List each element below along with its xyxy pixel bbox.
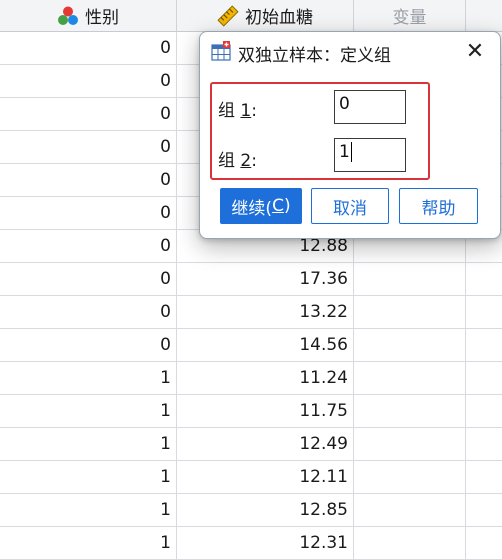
cell-gender[interactable]: 0 [0, 197, 177, 229]
column-header-glucose[interactable]: 初始血糖 [177, 0, 354, 32]
cell-variable[interactable] [354, 395, 466, 427]
cell-variable[interactable] [354, 527, 466, 559]
cell-variable[interactable] [354, 329, 466, 361]
cell-glucose[interactable]: 12.49 [177, 428, 354, 460]
cell-variable[interactable] [354, 494, 466, 526]
group1-label-prefix: 组 [218, 101, 241, 121]
define-groups-icon [210, 40, 232, 67]
cell-glucose[interactable]: 12.11 [177, 461, 354, 493]
group1-input[interactable]: 0 [334, 90, 406, 124]
cell-glucose[interactable]: 12.85 [177, 494, 354, 526]
cell-variable[interactable] [354, 461, 466, 493]
dialog-title-bar: 双独立样本：定义组 [210, 40, 391, 66]
continue-button[interactable]: 继续(C) [220, 188, 302, 224]
column-header-variable[interactable]: 变量 [354, 0, 466, 32]
dialog-title: 双独立样本：定义组 [238, 45, 391, 66]
column-header-label: 变量 [392, 8, 427, 28]
column-header-gender[interactable]: 性别 [0, 0, 177, 32]
table-row: 1 12.11 [0, 461, 502, 494]
cell-glucose[interactable]: 11.24 [177, 362, 354, 394]
group2-label-prefix: 组 [218, 151, 241, 171]
table-row: 1 12.49 [0, 428, 502, 461]
text-cursor [350, 142, 352, 162]
cell-gender[interactable]: 0 [0, 263, 177, 295]
group2-label: 组 2: [218, 146, 257, 171]
cell-variable[interactable] [354, 428, 466, 460]
cell-gender[interactable]: 0 [0, 32, 177, 64]
table-row: 0 13.22 [0, 296, 502, 329]
cell-empty[interactable] [466, 527, 502, 559]
cell-empty[interactable] [466, 494, 502, 526]
group1-label: 组 1: [218, 96, 257, 121]
continue-suffix: ) [283, 196, 291, 216]
group2-input-value: 1 [339, 142, 350, 162]
cell-glucose[interactable]: 12.31 [177, 527, 354, 559]
group1-label-suffix: : [251, 101, 257, 121]
continue-label: 继续( [231, 198, 273, 219]
cell-gender[interactable]: 0 [0, 131, 177, 163]
column-header-label: 性别 [85, 8, 119, 28]
cell-empty[interactable] [466, 362, 502, 394]
cell-variable[interactable] [354, 263, 466, 295]
cell-glucose[interactable]: 14.56 [177, 329, 354, 361]
cell-gender[interactable]: 1 [0, 494, 177, 526]
close-icon[interactable]: ✕ [464, 41, 486, 63]
cell-variable[interactable] [354, 362, 466, 394]
cell-empty[interactable] [466, 395, 502, 427]
cell-glucose[interactable]: 17.36 [177, 263, 354, 295]
table-row: 1 12.31 [0, 527, 502, 560]
scale-variable-icon [217, 4, 239, 27]
table-row: 1 11.24 [0, 362, 502, 395]
group1-label-key: 1 [240, 101, 252, 121]
help-button[interactable]: 帮助 [399, 188, 478, 224]
cell-gender[interactable]: 0 [0, 296, 177, 328]
continue-shortcut: C [272, 196, 284, 216]
cell-gender[interactable]: 0 [0, 230, 177, 262]
cell-glucose[interactable]: 11.75 [177, 395, 354, 427]
table-row: 1 12.85 [0, 494, 502, 527]
define-groups-dialog: 双独立样本：定义组 ✕ 组 1: 0 组 2: 1 继续(C) 取消 帮助 [199, 31, 501, 239]
group2-label-suffix: : [251, 151, 257, 171]
cell-gender[interactable]: 1 [0, 362, 177, 394]
cell-empty[interactable] [466, 263, 502, 295]
cell-gender[interactable]: 1 [0, 428, 177, 460]
table-row: 0 14.56 [0, 329, 502, 362]
cell-gender[interactable]: 1 [0, 461, 177, 493]
cell-empty[interactable] [466, 296, 502, 328]
nominal-variable-icon [57, 5, 79, 27]
column-header-empty[interactable] [466, 0, 502, 32]
cell-glucose[interactable]: 13.22 [177, 296, 354, 328]
column-header-label: 初始血糖 [245, 8, 313, 28]
cell-gender[interactable]: 0 [0, 65, 177, 97]
cell-gender[interactable]: 0 [0, 164, 177, 196]
cell-empty[interactable] [466, 461, 502, 493]
cell-empty[interactable] [466, 329, 502, 361]
group2-label-key: 2 [240, 151, 252, 171]
cell-gender[interactable]: 0 [0, 329, 177, 361]
table-row: 1 11.75 [0, 395, 502, 428]
cell-variable[interactable] [354, 296, 466, 328]
cell-empty[interactable] [466, 428, 502, 460]
cell-gender[interactable]: 1 [0, 527, 177, 559]
cell-gender[interactable]: 1 [0, 395, 177, 427]
cell-gender[interactable]: 0 [0, 98, 177, 130]
group2-input[interactable]: 1 [334, 138, 406, 172]
table-row: 0 17.36 [0, 263, 502, 296]
cancel-button[interactable]: 取消 [311, 188, 389, 224]
